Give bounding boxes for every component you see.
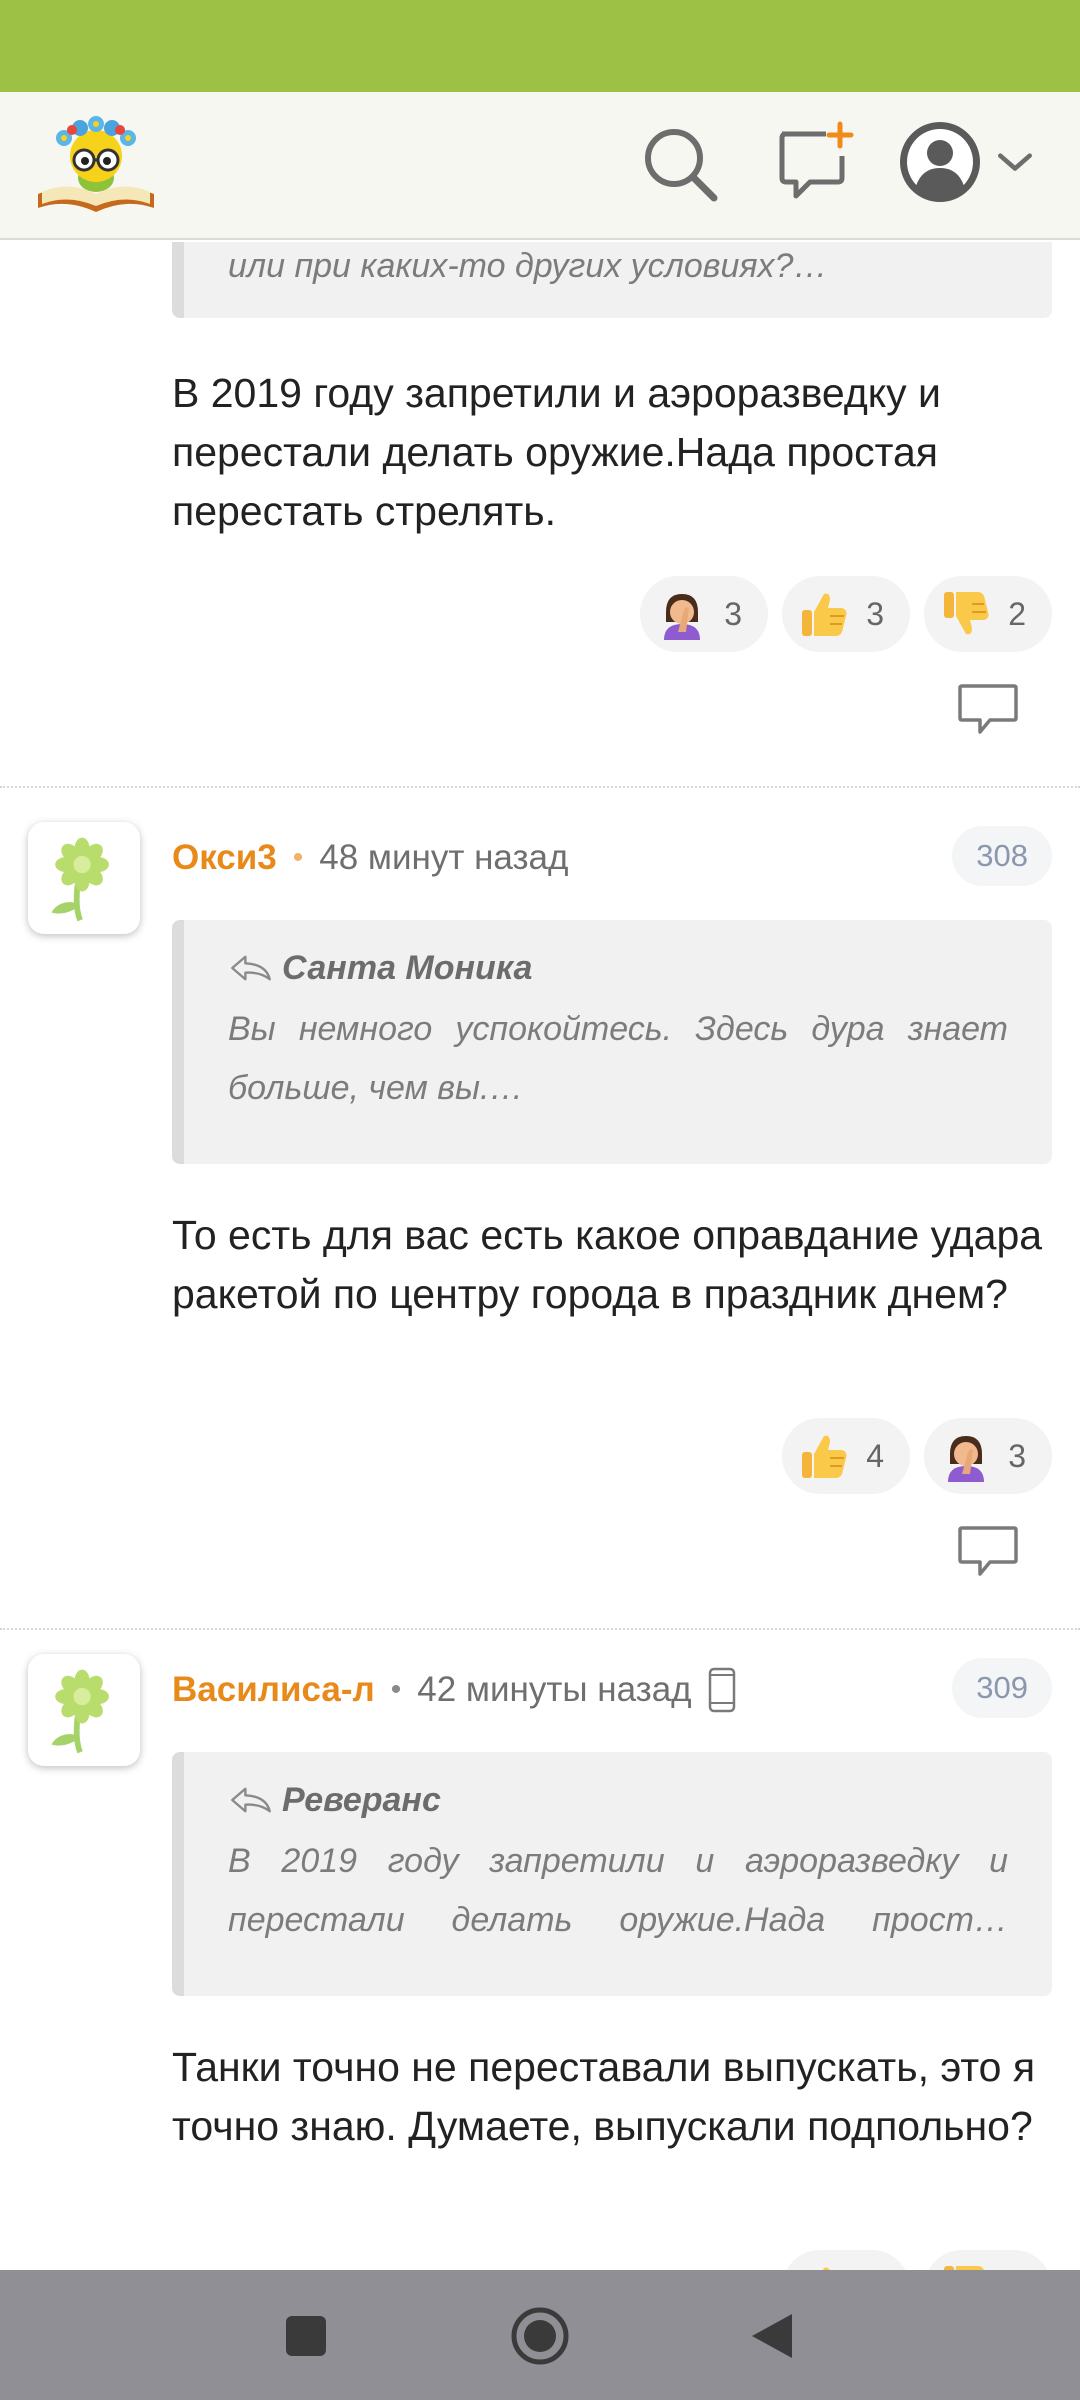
status-bar <box>0 0 1080 92</box>
separator-dot: • <box>292 841 304 874</box>
face-palm-emoji-icon <box>948 1436 984 1482</box>
reply-arrow-icon <box>231 1787 271 1813</box>
reactions-bar: 4 3 <box>782 1418 1052 1494</box>
comment-divider <box>0 786 1080 788</box>
mobile-device-icon <box>708 1667 735 1713</box>
reaction-count: 3 <box>724 595 742 632</box>
thumbs-down-emoji-icon <box>944 592 989 635</box>
thumbs-up-emoji-icon <box>802 593 847 636</box>
top-app-bar <box>0 92 1080 240</box>
comment-header: Василиса-л • 42 минуты назад <box>172 1662 736 1718</box>
reaction-count: 4 <box>866 1437 884 1474</box>
avatar[interactable] <box>28 822 140 934</box>
comment-header: Окси3 • 48 минут назад <box>172 830 568 886</box>
reaction-thumbs-up[interactable]: 3 <box>782 576 910 652</box>
comment-text: Танки точно не переставали выпускать, эт… <box>172 2044 1036 2149</box>
quote-author[interactable]: Санта Моника <box>228 946 1008 990</box>
reaction-thumbs-down[interactable] <box>924 2250 1052 2270</box>
back-icon[interactable] <box>750 2312 794 2360</box>
thumbs-up-emoji-icon <box>822 2267 830 2270</box>
comment-divider <box>0 1628 1080 1630</box>
reaction-thumbs-up[interactable]: 4 <box>782 1418 910 1494</box>
recent-apps-icon[interactable] <box>284 2314 328 2358</box>
separator-dot: • <box>390 1673 402 1706</box>
comment-time: 48 минут назад <box>319 838 569 877</box>
thumbs-up-emoji-icon <box>802 1435 847 1478</box>
comment-number-badge[interactable]: 309 <box>952 1658 1052 1718</box>
comment-text: То есть для вас есть какое оправдание уд… <box>172 1212 1043 1317</box>
reactions-bar: 3 3 2 <box>640 576 1052 652</box>
user-avatar-icon <box>900 122 980 202</box>
username[interactable]: Окси3 <box>172 838 277 878</box>
reaction-face-palm[interactable]: 3 <box>924 1418 1052 1494</box>
reply-arrow-icon <box>231 955 271 981</box>
avatar[interactable] <box>28 1654 140 1766</box>
home-icon[interactable] <box>510 2306 570 2366</box>
comments-feed[interactable]: или при каких-то других условиях?… В 201… <box>0 242 1080 2270</box>
comment-text: В 2019 году запретили и аэроразведку и п… <box>172 370 941 534</box>
search-icon[interactable] <box>640 124 720 204</box>
reaction-count: 3 <box>1008 1437 1026 1474</box>
reaction-count: 2 <box>1008 595 1026 632</box>
quote-text: В 2019 году запретили и аэроразведку и п… <box>228 1842 1008 1939</box>
reaction-face-palm[interactable]: 3 <box>640 576 768 652</box>
reaction-thumbs-up[interactable] <box>782 2250 910 2270</box>
quote-author-name: Санта Моника <box>282 948 533 987</box>
reply-comment-icon[interactable] <box>956 680 1020 738</box>
new-message-icon[interactable] <box>776 120 856 204</box>
flower-avatar-icon <box>51 1669 109 1754</box>
comment-time: 42 минуты назад <box>417 1670 692 1709</box>
quote-author[interactable]: Реверанс <box>228 1778 1008 1822</box>
quote-text: или при каких-то других условиях?… <box>228 247 828 285</box>
thumbs-down-emoji-icon <box>944 2266 984 2270</box>
quote-author-name: Реверанс <box>282 1780 441 1819</box>
flower-avatar-icon <box>51 837 109 922</box>
comment-number-badge[interactable]: 308 <box>952 826 1052 886</box>
system-navigation-bar <box>0 2270 1080 2400</box>
quote-block: Санта Моника Вы немного успокойтесь. Зде… <box>172 920 1052 1164</box>
reply-comment-icon[interactable] <box>956 1522 1020 1580</box>
quote-text: Вы немного успокойтесь. Здесь дура знает… <box>228 1010 1008 1107</box>
quote-block: или при каких-то других условиях?… <box>172 242 1052 318</box>
chevron-down-icon <box>998 153 1032 171</box>
face-palm-emoji-icon <box>664 594 700 640</box>
profile-menu-button[interactable] <box>898 120 1034 204</box>
reactions-bar <box>782 2250 1052 2270</box>
logo-kid-reading-book-icon[interactable] <box>34 108 158 220</box>
quote-block: Реверанс В 2019 году запретили и аэрораз… <box>172 1752 1052 1996</box>
reaction-count: 3 <box>866 595 884 632</box>
username[interactable]: Василиса-л <box>172 1670 375 1710</box>
reaction-thumbs-down[interactable]: 2 <box>924 576 1052 652</box>
